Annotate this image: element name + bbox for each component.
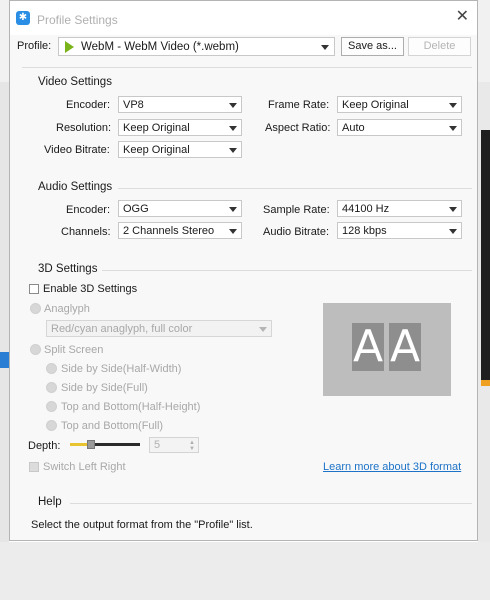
split-option-radio[interactable]	[46, 382, 57, 393]
divider	[102, 270, 472, 271]
audio-bitrate-value: 128 kbps	[342, 225, 387, 237]
app-icon: ✱	[16, 11, 30, 25]
background-app-left-panel	[0, 82, 9, 542]
profile-label: Profile:	[17, 40, 52, 52]
divider	[70, 503, 472, 504]
frame-rate-select[interactable]: Keep Original	[337, 96, 462, 113]
video-encoder-select[interactable]: VP8	[118, 96, 242, 113]
video-settings-title: Video Settings	[38, 76, 112, 88]
anaglyph-select[interactable]: Red/cyan anaglyph, full color	[46, 320, 272, 337]
resolution-select[interactable]: Keep Original	[118, 119, 242, 136]
frame-rate-label: Frame Rate:	[268, 99, 330, 111]
split-option-label: Top and Bottom(Full)	[61, 420, 164, 432]
audio-bitrate-select[interactable]: 128 kbps	[337, 222, 462, 239]
video-bitrate-label: Video Bitrate:	[44, 144, 110, 156]
split-option-label: Side by Side(Half-Width)	[61, 363, 182, 375]
chevron-down-icon	[229, 126, 237, 131]
help-title: Help	[38, 496, 62, 508]
background-app-preview	[481, 130, 490, 380]
split-option-radio[interactable]	[46, 363, 57, 374]
chevron-down-icon	[229, 103, 237, 108]
channels-select[interactable]: 2 Channels Stereo	[118, 222, 242, 239]
depth-spinbox[interactable]: 5 ▲ ▼	[149, 437, 199, 453]
spin-down-icon[interactable]: ▼	[189, 446, 195, 452]
three-d-preview: A A	[323, 303, 451, 396]
aspect-ratio-label: Aspect Ratio:	[265, 122, 331, 134]
split-option-radio[interactable]	[46, 420, 57, 431]
video-bitrate-select[interactable]: Keep Original	[118, 141, 242, 158]
chevron-down-icon	[259, 327, 267, 332]
background-app-progress	[481, 380, 490, 386]
profile-value: WebM - WebM Video (*.webm)	[81, 41, 239, 53]
chevron-down-icon	[449, 126, 457, 131]
three-d-settings-title: 3D Settings	[38, 263, 98, 275]
switch-left-right-label: Switch Left Right	[43, 461, 126, 473]
split-option-label: Top and Bottom(Half-Height)	[61, 401, 201, 413]
profile-dropdown[interactable]: WebM - WebM Video (*.webm)	[58, 37, 335, 56]
profile-settings-dialog: ✱ Profile Settings ✕ Profile: WebM - Web…	[9, 0, 478, 541]
aspect-ratio-value: Auto	[342, 122, 365, 134]
anaglyph-label: Anaglyph	[44, 303, 90, 315]
divider	[118, 188, 472, 189]
chevron-down-icon	[229, 148, 237, 153]
sample-rate-select[interactable]: 44100 Hz	[337, 200, 462, 217]
resolution-label: Resolution:	[56, 122, 112, 134]
help-text: Select the output format from the "Profi…	[31, 519, 253, 531]
webm-play-icon	[65, 41, 74, 53]
save-as-button[interactable]: Save as...	[341, 37, 404, 56]
aspect-ratio-select[interactable]: Auto	[337, 119, 462, 136]
frame-rate-value: Keep Original	[342, 99, 409, 111]
depth-label: Depth:	[28, 440, 61, 452]
switch-left-right-checkbox[interactable]	[29, 462, 39, 472]
enable-3d-label: Enable 3D Settings	[43, 283, 138, 295]
chevron-down-icon	[321, 45, 329, 50]
chevron-down-icon	[449, 103, 457, 108]
depth-slider-handle[interactable]	[87, 440, 95, 449]
depth-value: 5	[154, 439, 161, 451]
window-title: Profile Settings	[37, 13, 118, 27]
chevron-down-icon	[449, 229, 457, 234]
background-app-footer	[0, 542, 490, 600]
chevron-down-icon	[229, 229, 237, 234]
preview-left-glyph: A	[352, 321, 384, 372]
sample-rate-value: 44100 Hz	[342, 203, 390, 215]
sample-rate-label: Sample Rate:	[263, 204, 330, 216]
video-encoder-value: VP8	[123, 99, 144, 111]
chevron-down-icon	[449, 207, 457, 212]
background-app-selection	[0, 352, 9, 368]
anaglyph-radio[interactable]	[30, 303, 41, 314]
anaglyph-value: Red/cyan anaglyph, full color	[51, 323, 193, 335]
split-screen-label: Split Screen	[44, 344, 104, 356]
depth-slider[interactable]	[70, 440, 140, 449]
video-encoder-label: Encoder:	[66, 99, 111, 111]
chevron-down-icon	[229, 207, 237, 212]
split-option-radio[interactable]	[46, 401, 57, 412]
split-option-label: Side by Side(Full)	[61, 382, 148, 394]
preview-right-glyph: A	[389, 321, 421, 372]
profile-row: Profile: WebM - WebM Video (*.webm) Save…	[10, 37, 477, 59]
audio-bitrate-label: Audio Bitrate:	[263, 226, 330, 238]
audio-encoder-select[interactable]: OGG	[118, 200, 242, 217]
audio-settings-title: Audio Settings	[38, 181, 113, 193]
resolution-value: Keep Original	[123, 122, 190, 134]
learn-more-3d-link[interactable]: Learn more about 3D format	[323, 461, 461, 473]
delete-button[interactable]: Delete	[408, 37, 471, 56]
split-screen-radio[interactable]	[30, 344, 41, 355]
channels-label: Channels:	[61, 226, 111, 238]
title-bar: ✱ Profile Settings ✕	[10, 1, 477, 35]
video-bitrate-value: Keep Original	[123, 144, 190, 156]
close-icon[interactable]: ✕	[456, 9, 469, 25]
divider	[22, 67, 472, 68]
audio-encoder-value: OGG	[123, 203, 149, 215]
channels-value: 2 Channels Stereo	[123, 225, 215, 237]
enable-3d-checkbox[interactable]	[29, 284, 39, 294]
audio-encoder-label: Encoder:	[66, 204, 111, 216]
